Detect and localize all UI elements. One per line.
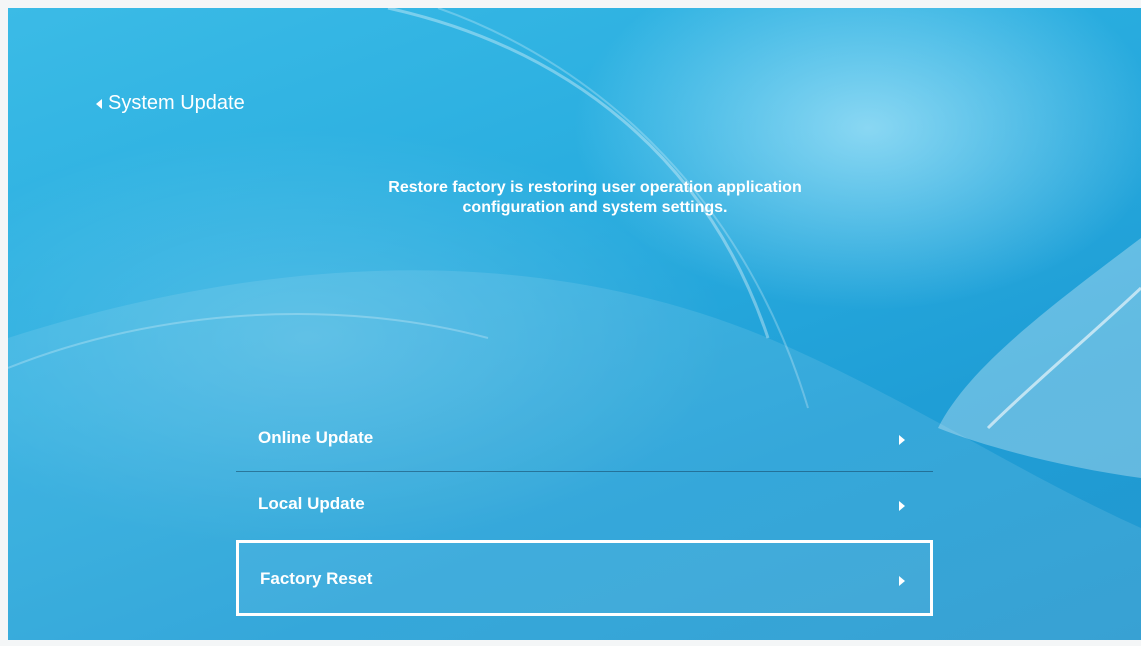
chevron-right-icon <box>899 501 905 511</box>
back-label: System Update <box>108 92 245 114</box>
back-button[interactable]: System Update <box>96 92 245 115</box>
chevron-right-icon <box>899 435 905 445</box>
menu-item-local-update[interactable]: Local Update <box>236 472 933 538</box>
menu-item-factory-reset[interactable]: Factory Reset <box>236 540 933 616</box>
menu-item-label: Local Update <box>258 494 365 513</box>
tv-screen: System Update Restore factory is restori… <box>8 8 1141 640</box>
factory-reset-description: Restore factory is restoring user operat… <box>388 179 802 216</box>
menu-item-label: Factory Reset <box>260 569 373 588</box>
menu-item-online-update[interactable]: Online Update <box>236 406 933 472</box>
chevron-right-icon <box>899 576 905 586</box>
menu-item-label: Online Update <box>258 428 374 447</box>
update-menu: Online Update Local Update Factory Reset <box>236 406 933 616</box>
back-arrow-icon <box>96 98 102 109</box>
